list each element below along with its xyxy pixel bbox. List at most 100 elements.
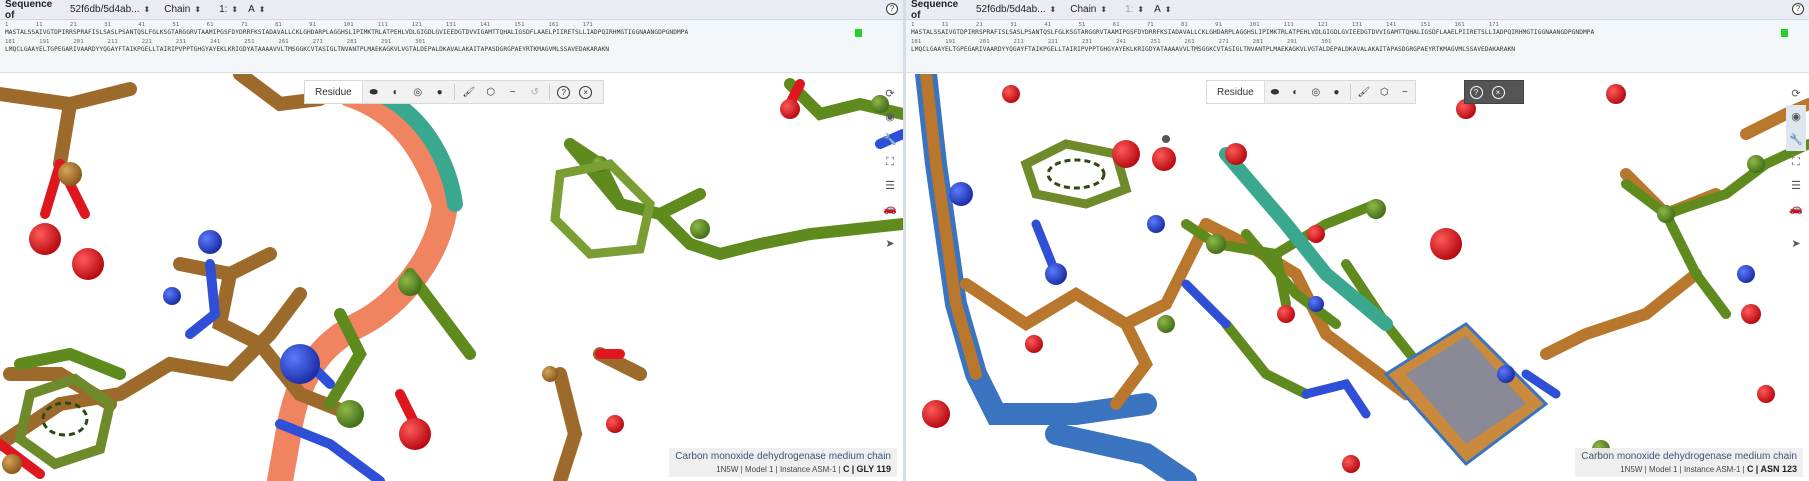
oxygen-atom bbox=[1741, 304, 1761, 324]
model-select[interactable]: 1: ⬍ bbox=[215, 4, 238, 15]
sequence-residues-row2: LMQCLGAAYELTGPEGARIVAARDYYQGAYFTAIKPGELL… bbox=[5, 46, 610, 53]
spacefill-icon[interactable]: ● bbox=[429, 81, 451, 103]
chevron-updown-icon: ⬍ bbox=[194, 5, 202, 14]
rotate-icon[interactable]: ⟳ bbox=[1786, 82, 1806, 105]
oxygen-atom bbox=[29, 223, 61, 255]
hydrogen-atom bbox=[1162, 135, 1170, 143]
nitrogen-atom bbox=[1045, 263, 1067, 285]
carbon-atom bbox=[690, 219, 710, 239]
help-icon[interactable]: ? bbox=[1465, 81, 1487, 103]
help-icon[interactable]: ? bbox=[553, 81, 575, 103]
minus-icon[interactable]: − bbox=[1395, 81, 1415, 103]
undo-icon[interactable]: ↺ bbox=[524, 81, 546, 103]
molecule-viewport[interactable] bbox=[0, 74, 903, 481]
sliders-icon[interactable]: ☰ bbox=[880, 174, 900, 197]
sequence-numbers-row1: 1 11 21 31 41 51 61 71 81 91 101 111 121… bbox=[5, 22, 593, 28]
sequence-numbers-row1: 1 11 21 31 41 51 61 71 81 91 101 111 121… bbox=[911, 22, 1499, 28]
ball-stick-icon[interactable]: ◐ bbox=[385, 81, 407, 103]
oxygen-atom bbox=[1225, 143, 1247, 165]
focus-icon[interactable]: ◉ bbox=[880, 105, 900, 128]
asym-select[interactable]: A ⬍ bbox=[244, 4, 265, 15]
help-icon[interactable]: ? bbox=[1792, 3, 1804, 15]
help-icon[interactable]: ? bbox=[886, 3, 898, 15]
cube-icon[interactable]: ⬡ bbox=[480, 81, 502, 103]
nitrogen-atom bbox=[198, 230, 222, 254]
split-structure-comparison: Sequence of 52f6db/5d4ab... ⬍ Chain ⬍ 1: ⬍ … bbox=[0, 0, 1809, 481]
surface-icon[interactable]: ◎ bbox=[407, 81, 429, 103]
chevron-updown-icon: ⬍ bbox=[1100, 5, 1108, 14]
entity-name: Carbon monoxide dehydrogenase medium cha… bbox=[1581, 451, 1797, 462]
sequence-panel[interactable]: 1 11 21 31 41 51 61 71 81 91 101 111 121… bbox=[906, 20, 1809, 73]
wrench-icon[interactable]: 🔧 bbox=[880, 128, 900, 151]
right-viewer-panel: Sequence of 52f6db/5d4ab... ⬍ Chain ⬍ 1: ⬍ … bbox=[906, 0, 1809, 481]
residue-location: 1N5W | Model 1 | Instance ASM-1 | C | AS… bbox=[1620, 464, 1797, 474]
chain-select[interactable]: Chain ⬍ bbox=[1066, 4, 1107, 15]
carbon-atom bbox=[1657, 205, 1675, 223]
nitrogen-atom bbox=[163, 287, 181, 305]
fullscreen-icon[interactable]: ⛶ bbox=[1786, 151, 1806, 174]
chevron-updown-icon: ⬍ bbox=[258, 5, 266, 14]
carbon-atom bbox=[542, 366, 558, 382]
chain-select[interactable]: Chain ⬍ bbox=[160, 4, 201, 15]
sequence-highlight bbox=[1781, 29, 1788, 37]
sequence-numbers-row2: 181 191 201 211 221 231 241 251 261 271 … bbox=[5, 39, 426, 45]
entity-name: Carbon monoxide dehydrogenase medium cha… bbox=[675, 451, 891, 462]
minus-icon[interactable]: − bbox=[502, 81, 524, 103]
sequence-residues-row1: MASTALSSAIVGTDPIRRSPRAFISLSASLPSANTQSLFG… bbox=[5, 29, 689, 36]
sequence-title: Sequence of bbox=[911, 0, 959, 21]
close-icon[interactable]: × bbox=[1487, 81, 1509, 103]
highlight-info: Carbon monoxide dehydrogenase medium cha… bbox=[669, 448, 897, 477]
car-icon[interactable]: 🚗 bbox=[1786, 197, 1806, 220]
chevron-updown-icon: ⬍ bbox=[1049, 5, 1057, 14]
entry-select[interactable]: 52f6db/5d4ab... ⬍ bbox=[972, 4, 1056, 15]
cube-icon[interactable]: ⬡ bbox=[1374, 81, 1394, 103]
focus-icon[interactable]: ◉ bbox=[1786, 105, 1806, 128]
nitrogen-atom bbox=[1497, 365, 1515, 383]
surface-icon[interactable]: ◎ bbox=[1306, 81, 1326, 103]
molecule-viewport[interactable] bbox=[906, 74, 1809, 481]
toolbar-divider bbox=[453, 84, 455, 100]
brush-icon[interactable]: 🖌 bbox=[1354, 81, 1374, 103]
cartoon-icon[interactable]: ⬬ bbox=[1265, 81, 1285, 103]
model-select[interactable]: 1: ⬍ bbox=[1121, 4, 1144, 15]
nitrogen-atom bbox=[949, 182, 973, 206]
fullscreen-icon[interactable]: ⛶ bbox=[880, 151, 900, 174]
mode-label[interactable]: Residue bbox=[1207, 81, 1265, 103]
carbon-atom bbox=[398, 272, 422, 296]
rotate-icon[interactable]: ⟳ bbox=[880, 82, 900, 105]
oxygen-atom bbox=[780, 99, 800, 119]
sequence-panel[interactable]: 1 11 21 31 41 51 61 71 81 91 101 111 121… bbox=[0, 20, 903, 73]
nitrogen-atom bbox=[280, 344, 320, 384]
mode-label[interactable]: Residue bbox=[305, 81, 363, 103]
nitrogen-atom bbox=[1147, 215, 1165, 233]
aromatic-ring-bond bbox=[1046, 158, 1106, 190]
cursor-icon[interactable]: ➤ bbox=[880, 232, 900, 255]
toolbar-divider bbox=[1349, 84, 1351, 100]
brush-icon[interactable]: 🖌 bbox=[458, 81, 480, 103]
cartoon-icon[interactable]: ⬬ bbox=[363, 81, 385, 103]
oxygen-atom bbox=[1025, 335, 1043, 353]
oxygen-atom bbox=[922, 400, 950, 428]
close-icon[interactable]: × bbox=[575, 81, 597, 103]
nitrogen-atom bbox=[1737, 265, 1755, 283]
sliders-icon[interactable]: ☰ bbox=[1786, 174, 1806, 197]
sequence-header: Sequence of 52f6db/5d4ab... ⬍ Chain ⬍ 1: ⬍ … bbox=[906, 0, 1809, 21]
spacefill-icon[interactable]: ● bbox=[1326, 81, 1346, 103]
left-viewer-panel: Sequence of 52f6db/5d4ab... ⬍ Chain ⬍ 1: ⬍ … bbox=[0, 0, 903, 481]
cursor-icon[interactable]: ➤ bbox=[1786, 232, 1806, 255]
highlight-info: Carbon monoxide dehydrogenase medium cha… bbox=[1575, 448, 1803, 477]
sequence-residues-row1: MASTALSSAIVGTDPIRRSPRAFISLSASLPSANTQSLFG… bbox=[911, 29, 1595, 36]
asym-select[interactable]: A ⬍ bbox=[1150, 4, 1171, 15]
oxygen-atom bbox=[1430, 228, 1462, 260]
wrench-icon[interactable]: 🔧 bbox=[1786, 128, 1806, 151]
oxygen-atom bbox=[1757, 385, 1775, 403]
chevron-updown-icon: ⬍ bbox=[1137, 5, 1145, 14]
viewer-side-toolbar: ⟳ ◉ 🔧 ⛶ ☰ 🚗 ➤ bbox=[1786, 82, 1806, 255]
oxygen-atom bbox=[1307, 225, 1325, 243]
oxygen-atom bbox=[1606, 84, 1626, 104]
entry-select[interactable]: 52f6db/5d4ab... ⬍ bbox=[66, 4, 150, 15]
ball-stick-icon[interactable]: ◐ bbox=[1285, 81, 1305, 103]
car-icon[interactable]: 🚗 bbox=[880, 197, 900, 220]
oxygen-atom bbox=[399, 418, 431, 450]
sequence-highlight bbox=[855, 29, 862, 37]
